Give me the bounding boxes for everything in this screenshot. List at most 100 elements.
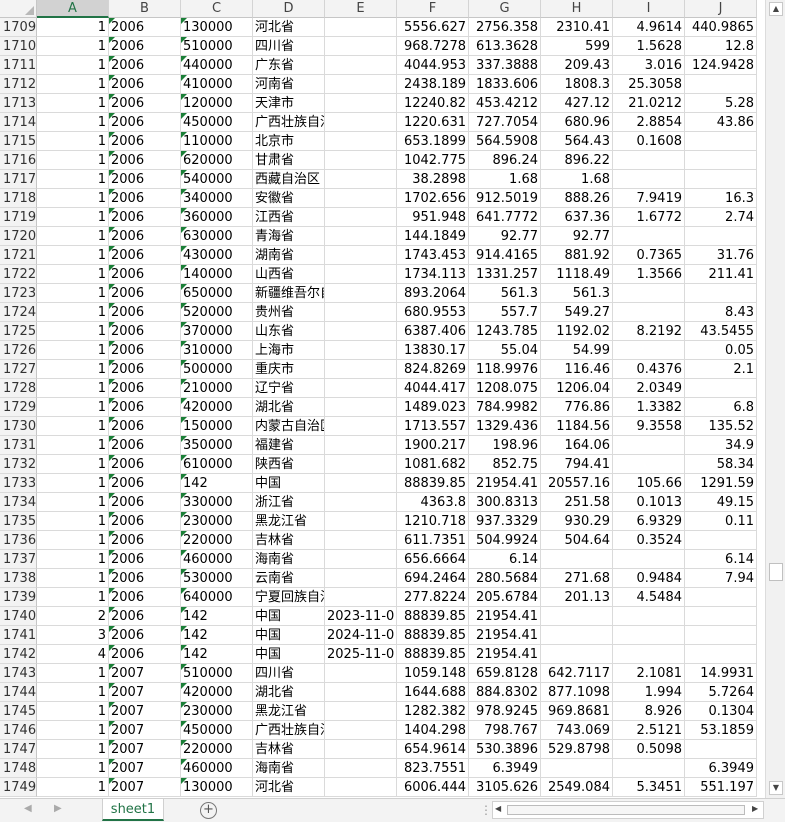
cell-i[interactable] bbox=[613, 227, 685, 246]
cell-c[interactable]: 110000 bbox=[181, 132, 253, 151]
cell-g[interactable]: 280.5684 bbox=[469, 569, 541, 588]
cell-a[interactable]: 1 bbox=[37, 569, 109, 588]
cell-c[interactable]: 450000 bbox=[181, 721, 253, 740]
cell-g[interactable]: 1.68 bbox=[469, 170, 541, 189]
cell-j[interactable]: 2.74 bbox=[685, 208, 757, 227]
cell-f[interactable]: 1900.217 bbox=[397, 436, 469, 455]
cell-j[interactable]: 6.8 bbox=[685, 398, 757, 417]
row-header[interactable]: 1749 bbox=[0, 778, 37, 797]
cell-g[interactable]: 914.4165 bbox=[469, 246, 541, 265]
cell-h[interactable]: 637.36 bbox=[541, 208, 613, 227]
cell-d[interactable]: 中国 bbox=[253, 645, 325, 664]
add-sheet-button[interactable]: + bbox=[200, 802, 217, 819]
cell-h[interactable]: 743.069 bbox=[541, 721, 613, 740]
cell-f[interactable]: 144.1849 bbox=[397, 227, 469, 246]
cell-b[interactable]: 2006 bbox=[109, 113, 181, 132]
cell-g[interactable]: 912.5019 bbox=[469, 189, 541, 208]
cell-d[interactable]: 云南省 bbox=[253, 569, 325, 588]
cell-h[interactable]: 201.13 bbox=[541, 588, 613, 607]
cell-c[interactable]: 650000 bbox=[181, 284, 253, 303]
cell-a[interactable]: 1 bbox=[37, 664, 109, 683]
cell-i[interactable]: 2.0349 bbox=[613, 379, 685, 398]
cell-g[interactable]: 205.6784 bbox=[469, 588, 541, 607]
cell-f[interactable]: 1713.557 bbox=[397, 417, 469, 436]
cell-h[interactable]: 881.92 bbox=[541, 246, 613, 265]
row-header[interactable]: 1734 bbox=[0, 493, 37, 512]
cell-j[interactable] bbox=[685, 531, 757, 550]
cell-a[interactable]: 1 bbox=[37, 360, 109, 379]
cell-d[interactable]: 新疆维吾尔自治区 bbox=[253, 284, 325, 303]
cell-a[interactable]: 1 bbox=[37, 721, 109, 740]
cell-j[interactable]: 6.14 bbox=[685, 550, 757, 569]
cell-g[interactable]: 6.14 bbox=[469, 550, 541, 569]
cell-b[interactable]: 2006 bbox=[109, 94, 181, 113]
cell-e[interactable] bbox=[325, 360, 397, 379]
cell-a[interactable]: 1 bbox=[37, 341, 109, 360]
cell-b[interactable]: 2006 bbox=[109, 474, 181, 493]
cell-j[interactable] bbox=[685, 170, 757, 189]
cell-j[interactable]: 0.11 bbox=[685, 512, 757, 531]
cell-c[interactable]: 130000 bbox=[181, 18, 253, 37]
cell-e[interactable] bbox=[325, 588, 397, 607]
row-header[interactable]: 1720 bbox=[0, 227, 37, 246]
row-header[interactable]: 1724 bbox=[0, 303, 37, 322]
row-header[interactable]: 1731 bbox=[0, 436, 37, 455]
cell-e[interactable] bbox=[325, 246, 397, 265]
cell-d[interactable]: 四川省 bbox=[253, 664, 325, 683]
cell-c[interactable]: 540000 bbox=[181, 170, 253, 189]
cell-e[interactable] bbox=[325, 151, 397, 170]
cell-d[interactable]: 重庆市 bbox=[253, 360, 325, 379]
row-header[interactable]: 1710 bbox=[0, 37, 37, 56]
cell-h[interactable]: 776.86 bbox=[541, 398, 613, 417]
spreadsheet-grid[interactable]: ABCDEFGHIJ 1709 1 2006 130000 河北省 5556.627 275… bbox=[0, 0, 765, 798]
cell-c[interactable]: 420000 bbox=[181, 398, 253, 417]
cell-d[interactable]: 上海市 bbox=[253, 341, 325, 360]
cell-f[interactable]: 893.2064 bbox=[397, 284, 469, 303]
cell-f[interactable]: 88839.85 bbox=[397, 645, 469, 664]
cell-i[interactable] bbox=[613, 341, 685, 360]
cell-e[interactable] bbox=[325, 759, 397, 778]
cell-b[interactable]: 2006 bbox=[109, 56, 181, 75]
cell-j[interactable] bbox=[685, 284, 757, 303]
cell-e[interactable] bbox=[325, 132, 397, 151]
row-header[interactable]: 1722 bbox=[0, 265, 37, 284]
cell-b[interactable]: 2006 bbox=[109, 208, 181, 227]
cell-e[interactable] bbox=[325, 512, 397, 531]
cell-e[interactable] bbox=[325, 208, 397, 227]
cell-a[interactable]: 1 bbox=[37, 94, 109, 113]
cell-d[interactable]: 吉林省 bbox=[253, 740, 325, 759]
cell-e[interactable] bbox=[325, 56, 397, 75]
cell-h[interactable]: 1808.3 bbox=[541, 75, 613, 94]
cell-g[interactable]: 337.3888 bbox=[469, 56, 541, 75]
cell-f[interactable]: 1743.453 bbox=[397, 246, 469, 265]
cell-j[interactable] bbox=[685, 607, 757, 626]
cell-d[interactable]: 山西省 bbox=[253, 265, 325, 284]
cell-a[interactable]: 1 bbox=[37, 531, 109, 550]
cell-b[interactable]: 2006 bbox=[109, 303, 181, 322]
column-header-h[interactable]: H bbox=[541, 0, 613, 18]
cell-a[interactable]: 1 bbox=[37, 436, 109, 455]
row-header[interactable]: 1719 bbox=[0, 208, 37, 227]
row-header[interactable]: 1741 bbox=[0, 626, 37, 645]
row-header[interactable]: 1714 bbox=[0, 113, 37, 132]
cell-j[interactable]: 7.94 bbox=[685, 569, 757, 588]
cell-f[interactable]: 611.7351 bbox=[397, 531, 469, 550]
cell-e[interactable] bbox=[325, 683, 397, 702]
cell-a[interactable]: 1 bbox=[37, 474, 109, 493]
cell-d[interactable]: 广西壮族自治区 bbox=[253, 721, 325, 740]
cell-j[interactable]: 135.52 bbox=[685, 417, 757, 436]
cell-i[interactable]: 0.7365 bbox=[613, 246, 685, 265]
cell-f[interactable]: 6387.406 bbox=[397, 322, 469, 341]
cell-d[interactable]: 辽宁省 bbox=[253, 379, 325, 398]
row-header[interactable]: 1736 bbox=[0, 531, 37, 550]
cell-i[interactable]: 2.5121 bbox=[613, 721, 685, 740]
cell-a[interactable]: 1 bbox=[37, 778, 109, 797]
cell-a[interactable]: 1 bbox=[37, 56, 109, 75]
cell-i[interactable] bbox=[613, 455, 685, 474]
cell-i[interactable]: 0.5098 bbox=[613, 740, 685, 759]
cell-f[interactable]: 1210.718 bbox=[397, 512, 469, 531]
cell-i[interactable] bbox=[613, 284, 685, 303]
cell-a[interactable]: 1 bbox=[37, 379, 109, 398]
cell-a[interactable]: 1 bbox=[37, 740, 109, 759]
cell-e[interactable] bbox=[325, 113, 397, 132]
